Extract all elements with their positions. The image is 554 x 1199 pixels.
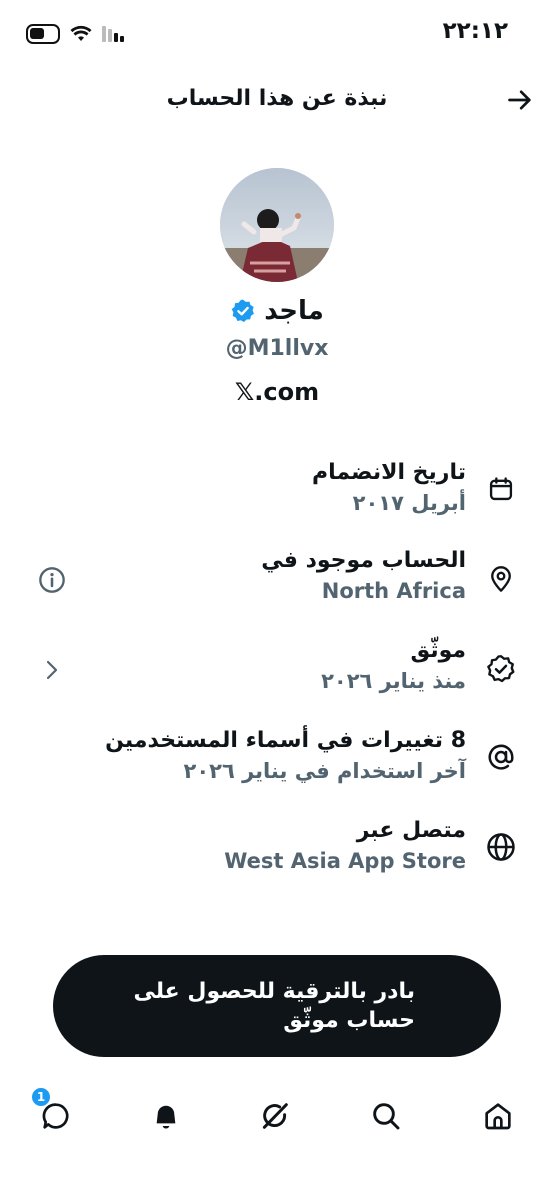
row-subtitle: منذ يناير ٢٠٢٦ [321, 669, 466, 693]
arrow-right-icon [508, 90, 531, 110]
status-bar: ٢٢:١٢ [0, 0, 554, 70]
home-icon [485, 1103, 511, 1130]
tab-grok[interactable] [253, 1094, 297, 1138]
calendar-icon [486, 474, 516, 504]
tab-home[interactable] [476, 1094, 520, 1138]
page-title: نبذة عن هذا الحساب [166, 86, 388, 111]
verified-badge-icon [231, 299, 255, 322]
wifi-icon [70, 25, 92, 41]
row-username-changes: 8 تغييرات في أسماء المستخدمين آخر استخدا… [0, 720, 554, 800]
row-title: 8 تغييرات في أسماء المستخدمين [105, 728, 466, 753]
bottom-tab-bar: 1 [0, 1080, 554, 1150]
row-subtitle: أبريل ٢٠١٧ [352, 491, 466, 515]
row-subtitle: West Asia App Store [224, 849, 466, 873]
row-verified-texts: موثّق منذ يناير ٢٠٢٦ [321, 636, 466, 696]
upgrade-verified-button[interactable]: بادر بالترقية للحصول على حساب موثّق [53, 955, 501, 1057]
row-account-location-texts: الحساب موجود في North Africa [261, 546, 466, 606]
row-title: موثّق [410, 638, 466, 663]
globe-icon [486, 832, 516, 862]
header: نبذة عن هذا الحساب [0, 70, 554, 130]
row-subtitle: آخر استخدام في يناير ٢٠٢٦ [183, 759, 467, 783]
notification-badge: 1 [30, 1086, 52, 1108]
avatar-image [220, 168, 334, 282]
signal-icon [102, 26, 124, 42]
row-title: تاريخ الانضمام [312, 460, 466, 485]
row-subtitle: North Africa [321, 579, 466, 603]
notifications-icon [156, 1105, 176, 1129]
name-row: ماجد [0, 296, 554, 326]
row-join-date: تاريخ الانضمام أبريل ٢٠١٧ [0, 452, 554, 532]
row-title: الحساب موجود في [261, 548, 466, 573]
status-icons [26, 24, 126, 44]
at-sign-icon [486, 742, 516, 772]
verified-badge-icon [486, 654, 516, 684]
location-pin-icon [486, 564, 516, 594]
display-name: ماجد [264, 296, 324, 326]
chevron-right-icon[interactable] [36, 654, 68, 686]
avatar[interactable] [220, 168, 334, 282]
info-icon[interactable] [36, 564, 68, 596]
row-verified[interactable]: موثّق منذ يناير ٢٠٢٦ [0, 630, 554, 710]
back-button[interactable] [502, 82, 538, 118]
row-join-date-texts: تاريخ الانضمام أبريل ٢٠١٧ [312, 458, 466, 518]
status-time: ٢٢:١٢ [442, 18, 508, 44]
upgrade-button-label: بادر بالترقية للحصول على حساب موثّق [133, 979, 415, 1033]
search-icon [373, 1103, 400, 1130]
tab-messages[interactable]: 1 [30, 1086, 78, 1138]
row-account-location: الحساب موجود في North Africa [0, 540, 554, 620]
tab-notifications[interactable] [144, 1094, 188, 1138]
tab-search[interactable] [364, 1094, 408, 1138]
grok-icon [262, 1103, 288, 1129]
row-username-changes-texts: 8 تغييرات في أسماء المستخدمين آخر استخدا… [105, 726, 466, 786]
row-connected-via-texts: متصل عبر West Asia App Store [224, 816, 466, 876]
username-handle: @M1llvx [225, 336, 329, 361]
battery-icon [26, 24, 60, 44]
row-title: متصل عبر [356, 818, 466, 843]
row-connected-via: متصل عبر West Asia App Store [0, 810, 554, 890]
site-label: 𝕏.com [234, 378, 320, 406]
